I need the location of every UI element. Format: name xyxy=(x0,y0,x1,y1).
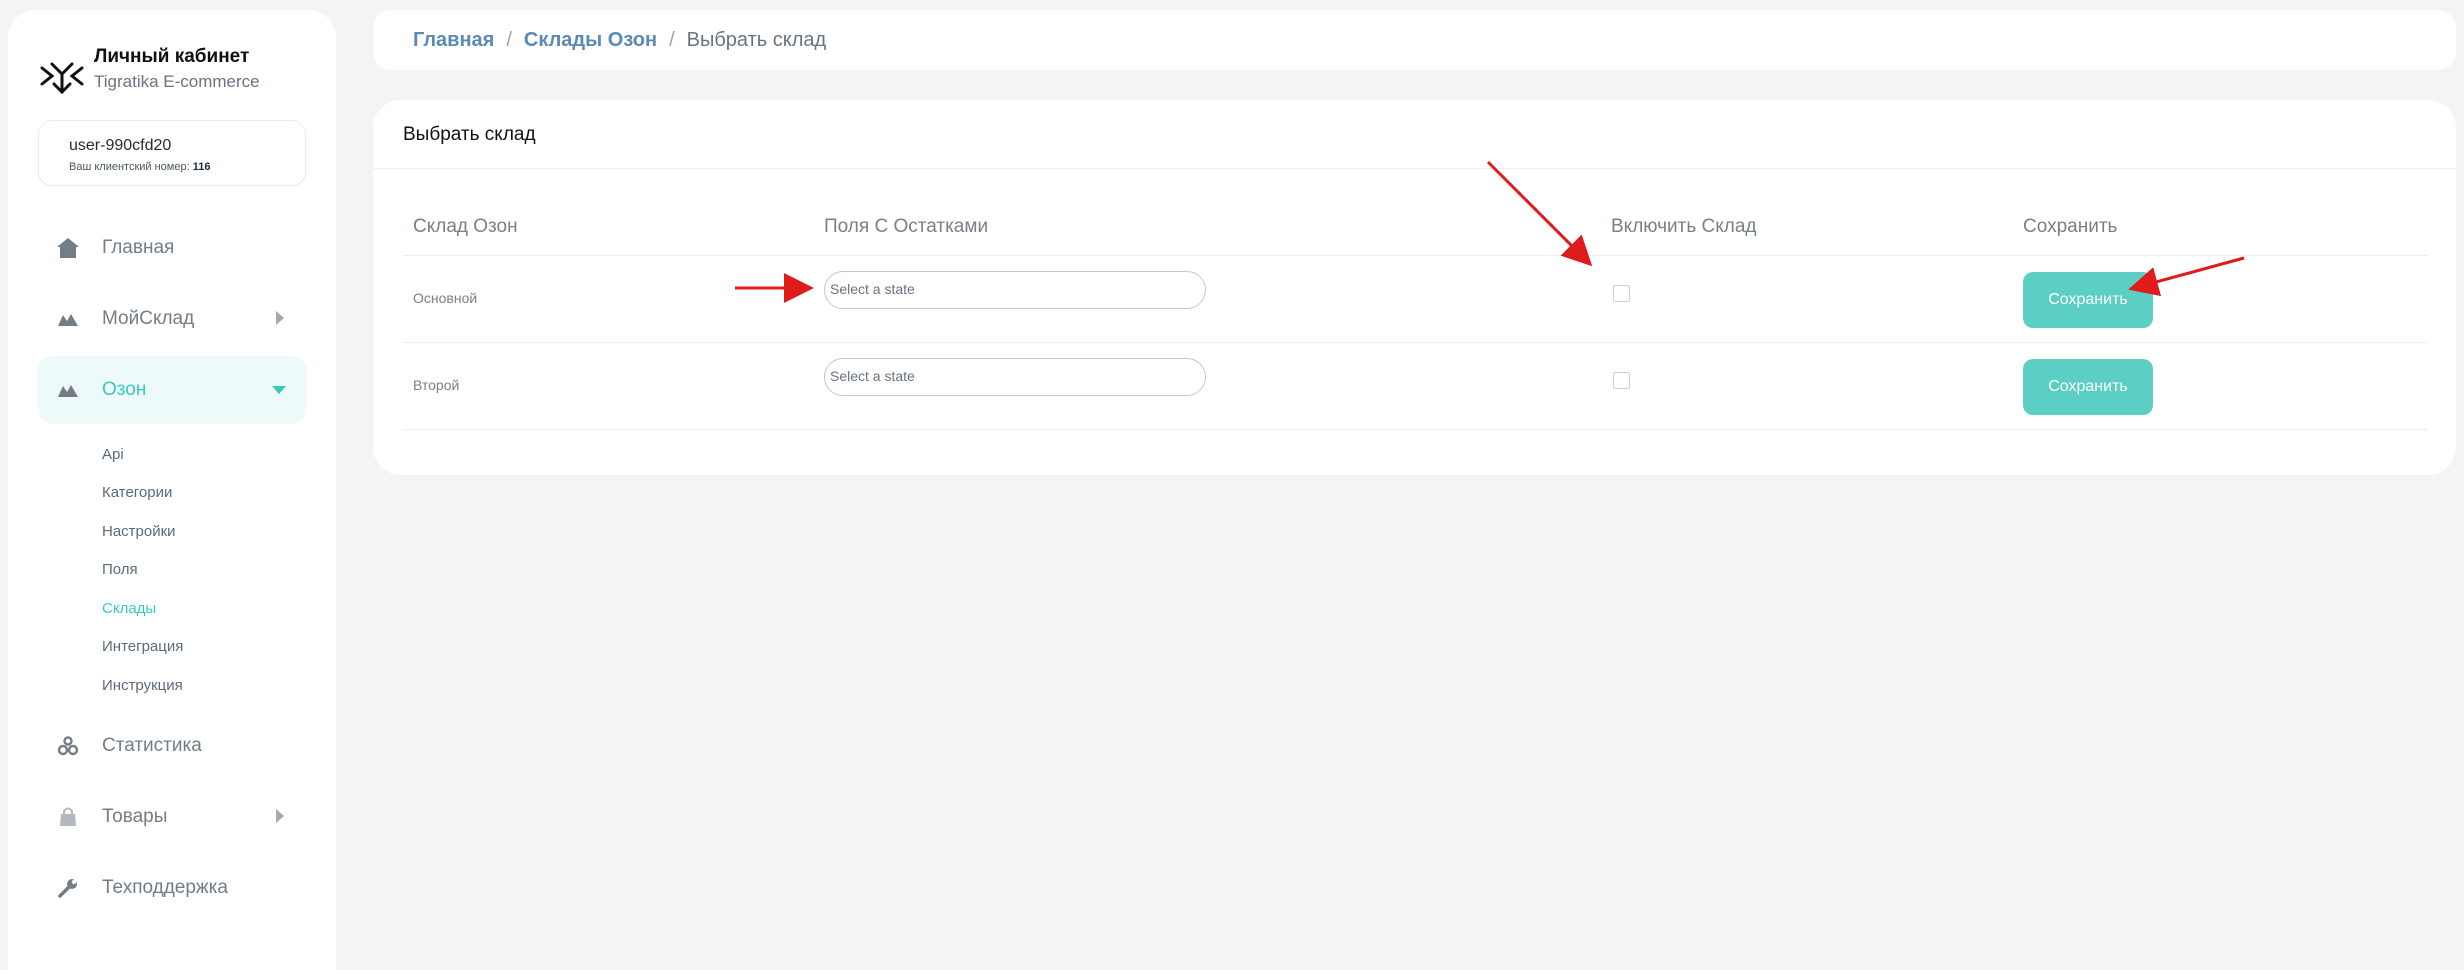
enable-warehouse-checkbox[interactable] xyxy=(1613,285,1630,302)
breadcrumb: Главная / Склады Озон / Выбрать склад xyxy=(413,29,826,52)
nav-moysklad[interactable]: МойСклад xyxy=(38,285,306,353)
card-title: Выбрать склад xyxy=(403,124,536,145)
nav-ozon[interactable]: Озон xyxy=(38,356,306,424)
nav-home[interactable]: Главная xyxy=(38,214,306,282)
breadcrumb-current: Выбрать склад xyxy=(686,28,827,51)
sub-item-instruction[interactable]: Инструкция xyxy=(102,677,183,694)
enable-warehouse-checkbox[interactable] xyxy=(1613,372,1630,389)
nav-home-label: Главная xyxy=(102,237,175,258)
breadcrumb-separator: / xyxy=(669,28,675,51)
sub-item-settings[interactable]: Настройки xyxy=(102,523,176,540)
nav-moysklad-label: МойСклад xyxy=(102,308,195,329)
nav-ozon-label: Озон xyxy=(102,379,147,400)
nav-support[interactable]: Техподдержка xyxy=(38,854,306,922)
statistics-icon xyxy=(56,734,80,758)
nav-goods-label: Товары xyxy=(102,806,168,827)
sidebar: Личный кабинет Tigratika E-commerce user… xyxy=(8,10,336,970)
row-divider xyxy=(403,255,2428,256)
chevron-right-icon xyxy=(276,809,284,823)
select-placeholder: Select a state xyxy=(830,368,915,384)
column-header-stock-fields: Поля С Остатками xyxy=(824,216,989,237)
chevron-down-icon xyxy=(272,386,286,394)
nav-statistics[interactable]: Статистика xyxy=(38,712,306,780)
row-divider xyxy=(403,342,2428,343)
column-header-save: Сохранить xyxy=(2023,216,2118,237)
tigratika-logo-icon xyxy=(40,62,84,95)
user-card[interactable]: user-990cfd20 Ваш клиентский номер: 116 xyxy=(38,120,306,186)
stock-field-select[interactable]: Select a state xyxy=(824,271,1206,309)
sub-item-fields[interactable]: Поля xyxy=(102,561,138,578)
card-header: Выбрать склад xyxy=(373,100,2456,169)
wrench-icon xyxy=(56,876,80,900)
breadcrumb-separator: / xyxy=(506,28,512,51)
sub-item-warehouses[interactable]: Склады xyxy=(102,600,156,617)
brand[interactable]: Личный кабинет Tigratika E-commerce xyxy=(38,46,260,102)
stock-field-select[interactable]: Select a state xyxy=(824,358,1206,396)
nav-goods[interactable]: Товары xyxy=(38,783,306,851)
breadcrumb-home[interactable]: Главная xyxy=(413,29,494,52)
row-warehouse-name: Основной xyxy=(413,290,478,306)
sub-item-integration[interactable]: Интеграция xyxy=(102,638,183,655)
brand-subtitle: Tigratika E-commerce xyxy=(94,72,260,91)
sub-item-categories[interactable]: Категории xyxy=(102,484,172,501)
row-divider xyxy=(403,429,2428,430)
column-header-enable: Включить Склад xyxy=(1611,216,1757,237)
user-name: user-990cfd20 xyxy=(69,137,172,154)
breadcrumb-warehouses[interactable]: Склады Озон xyxy=(524,29,657,52)
shopping-bag-icon xyxy=(56,805,80,829)
mountain-icon xyxy=(56,307,80,331)
client-number-label: Ваш клиентский номер: xyxy=(69,161,190,173)
sub-item-api[interactable]: Api xyxy=(102,446,124,463)
nav-statistics-label: Статистика xyxy=(102,735,202,756)
column-header-warehouse: Склад Озон xyxy=(413,216,518,237)
row-warehouse-name: Второй xyxy=(413,377,460,393)
breadcrumb-bar: Главная / Склады Озон / Выбрать склад xyxy=(373,10,2456,70)
save-button[interactable]: Сохранить xyxy=(2023,359,2153,415)
select-placeholder: Select a state xyxy=(830,281,915,297)
warehouse-card: Выбрать склад Склад Озон Поля С Остаткам… xyxy=(373,100,2456,475)
nav-support-label: Техподдержка xyxy=(102,877,228,898)
client-number-value: 116 xyxy=(192,161,211,173)
mountain-icon xyxy=(56,378,80,402)
home-icon xyxy=(56,236,80,260)
chevron-right-icon xyxy=(276,311,284,325)
client-number: Ваш клиентский номер: 116 xyxy=(69,161,210,173)
brand-title: Личный кабинет xyxy=(94,46,250,67)
save-button[interactable]: Сохранить xyxy=(2023,272,2153,328)
